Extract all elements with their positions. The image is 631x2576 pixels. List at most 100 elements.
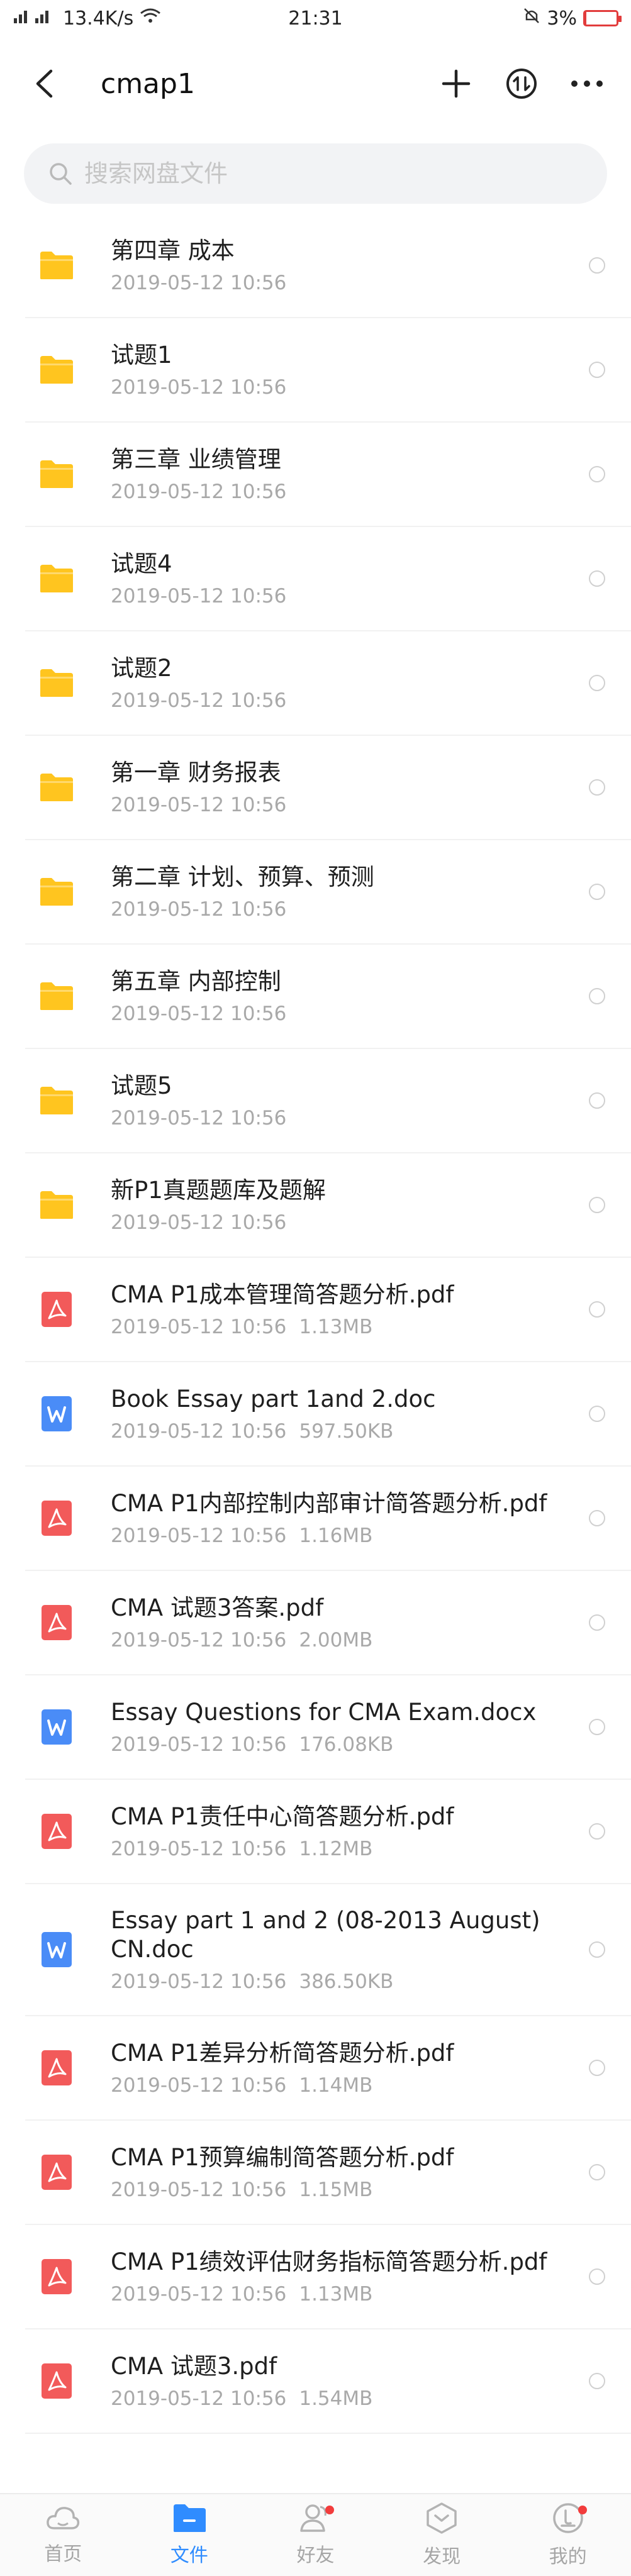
pdf-file-icon <box>39 1292 74 1327</box>
select-radio[interactable] <box>589 1823 605 1840</box>
item-meta: 2019-05-12 10:56 597.50KB <box>111 1420 589 1443</box>
search-bar[interactable] <box>24 143 607 204</box>
status-right: 3% <box>523 7 622 30</box>
item-size: 1.54MB <box>299 2387 373 2410</box>
tab-folder[interactable]: 文件 <box>126 2494 253 2576</box>
folder-icon <box>39 665 74 701</box>
item-date: 2019-05-12 10:56 <box>111 585 287 608</box>
tab-label: 发现 <box>423 2546 461 2568</box>
list-item[interactable]: 第五章 内部控制 2019-05-12 10:56 <box>25 945 631 1049</box>
folder-icon <box>39 352 74 387</box>
select-radio[interactable] <box>589 466 605 482</box>
tab-discover[interactable]: 发现 <box>379 2494 505 2576</box>
select-radio[interactable] <box>589 2060 605 2076</box>
item-meta: 2019-05-12 10:56 1.12MB <box>111 1838 589 1860</box>
select-radio[interactable] <box>589 2268 605 2285</box>
item-text: 第一章 财务报表 2019-05-12 10:56 <box>111 758 589 816</box>
list-item[interactable]: 试题2 2019-05-12 10:56 <box>25 631 631 736</box>
select-radio[interactable] <box>589 257 605 274</box>
item-size: 2.00MB <box>299 1629 373 1652</box>
word-doc-icon <box>39 1932 74 1967</box>
list-item[interactable]: 新P1真题题库及题解 2019-05-12 10:56 <box>25 1153 631 1258</box>
item-name: CMA 试题3答案.pdf <box>111 1594 324 1621</box>
item-name: 第二章 计划、预算、预测 <box>111 863 374 891</box>
tab-friends[interactable]: 好友 <box>252 2494 379 2576</box>
item-name: 试题5 <box>111 1072 172 1099</box>
item-meta: 2019-05-12 10:56 386.50KB <box>111 1970 589 1993</box>
back-button[interactable] <box>25 65 63 103</box>
sort-icon <box>506 69 537 99</box>
select-radio[interactable] <box>589 2373 605 2389</box>
folder-icon <box>39 770 74 805</box>
select-radio[interactable] <box>589 1301 605 1318</box>
list-item[interactable]: CMA P1内部控制内部审计简答题分析.pdf 2019-05-12 10:56 1… <box>25 1467 631 1571</box>
item-date: 2019-05-12 10:56 <box>111 1970 287 1993</box>
item-text: 第二章 计划、预算、预测 2019-05-12 10:56 <box>111 863 589 921</box>
list-item[interactable]: 第三章 业绩管理 2019-05-12 10:56 <box>25 423 631 527</box>
select-radio[interactable] <box>589 1406 605 1422</box>
pdf-file-icon <box>39 1501 74 1536</box>
folder-icon <box>39 1083 74 1118</box>
tab-label: 文件 <box>170 2545 208 2567</box>
list-item[interactable]: CMA P1差异分析简答题分析.pdf 2019-05-12 10:56 1.14M… <box>25 2016 631 2121</box>
item-date: 2019-05-12 10:56 <box>111 272 287 294</box>
list-item[interactable]: CMA P1责任中心简答题分析.pdf 2019-05-12 10:56 1.12M… <box>25 1780 631 1884</box>
item-name: 新P1真题题库及题解 <box>111 1177 326 1204</box>
header: cmap1 <box>0 36 631 131</box>
battery-icon <box>583 10 622 26</box>
select-radio[interactable] <box>589 1197 605 1213</box>
list-item[interactable]: Book Essay part 1and 2.doc 2019-05-12 10:… <box>25 1362 631 1467</box>
item-text: Book Essay part 1and 2.doc 2019-05-12 10:… <box>111 1385 589 1443</box>
add-button[interactable] <box>437 65 475 103</box>
select-radio[interactable] <box>589 2164 605 2180</box>
list-item[interactable]: Essay Questions for CMA Exam.docx 2019-05… <box>25 1675 631 1780</box>
item-date: 2019-05-12 10:56 <box>111 1733 287 1756</box>
item-meta: 2019-05-12 10:56 <box>111 898 589 921</box>
sort-button[interactable] <box>503 65 540 103</box>
item-date: 2019-05-12 10:56 <box>111 2387 287 2410</box>
item-text: 试题1 2019-05-12 10:56 <box>111 341 589 399</box>
list-item[interactable]: Essay part 1 and 2 (08-2013 August) CN.d… <box>25 1884 631 2016</box>
bottom-tab-bar: 首页 文件 好友 发现 我的 <box>0 2493 631 2576</box>
page-title: cmap1 <box>101 67 195 100</box>
list-item[interactable]: 试题1 2019-05-12 10:56 <box>25 318 631 423</box>
select-radio[interactable] <box>589 884 605 900</box>
item-date: 2019-05-12 10:56 <box>111 2283 287 2306</box>
pdf-file-icon <box>39 2363 74 2399</box>
list-item[interactable]: 第四章 成本 2019-05-12 10:56 <box>25 214 631 318</box>
tab-cloud[interactable]: 首页 <box>0 2494 126 2576</box>
select-radio[interactable] <box>589 988 605 1004</box>
select-radio[interactable] <box>589 1941 605 1958</box>
item-meta: 2019-05-12 10:56 <box>111 1002 589 1025</box>
item-meta: 2019-05-12 10:56 1.13MB <box>111 1316 589 1338</box>
select-radio[interactable] <box>589 779 605 796</box>
list-item[interactable]: CMA 试题3.pdf 2019-05-12 10:56 1.54MB <box>25 2329 631 2434</box>
select-radio[interactable] <box>589 1510 605 1526</box>
item-name: Essay Questions for CMA Exam.docx <box>111 1699 537 1726</box>
select-radio[interactable] <box>589 1614 605 1631</box>
more-button[interactable] <box>568 65 606 103</box>
list-item[interactable]: 试题4 2019-05-12 10:56 <box>25 527 631 631</box>
item-name: 试题1 <box>111 341 172 369</box>
search-icon <box>50 163 72 185</box>
select-radio[interactable] <box>589 570 605 587</box>
item-size: 1.13MB <box>299 1316 373 1338</box>
select-radio[interactable] <box>589 1092 605 1109</box>
list-item[interactable]: 试题5 2019-05-12 10:56 <box>25 1049 631 1153</box>
list-item[interactable]: CMA 试题3答案.pdf 2019-05-12 10:56 2.00MB <box>25 1571 631 1675</box>
list-item[interactable]: 第二章 计划、预算、预测 2019-05-12 10:56 <box>25 840 631 945</box>
item-size: 597.50KB <box>299 1420 394 1443</box>
list-item[interactable]: CMA P1绩效评估财务指标简答题分析.pdf 2019-05-12 10:56 1… <box>25 2225 631 2329</box>
select-radio[interactable] <box>589 675 605 691</box>
list-item[interactable]: 第一章 财务报表 2019-05-12 10:56 <box>25 736 631 840</box>
folder-icon <box>39 457 74 492</box>
list-item[interactable]: CMA P1成本管理简答题分析.pdf 2019-05-12 10:56 1.13M… <box>25 1258 631 1362</box>
tab-profile[interactable]: 我的 <box>505 2494 631 2576</box>
search-input[interactable] <box>84 160 562 187</box>
item-meta: 2019-05-12 10:56 <box>111 1107 589 1130</box>
select-radio[interactable] <box>589 362 605 378</box>
list-item[interactable]: CMA P1预算编制简答题分析.pdf 2019-05-12 10:56 1.15M… <box>25 2121 631 2225</box>
pdf-file-icon <box>39 2050 74 2085</box>
item-text: CMA 试题3.pdf 2019-05-12 10:56 1.54MB <box>111 2352 589 2410</box>
select-radio[interactable] <box>589 1719 605 1735</box>
